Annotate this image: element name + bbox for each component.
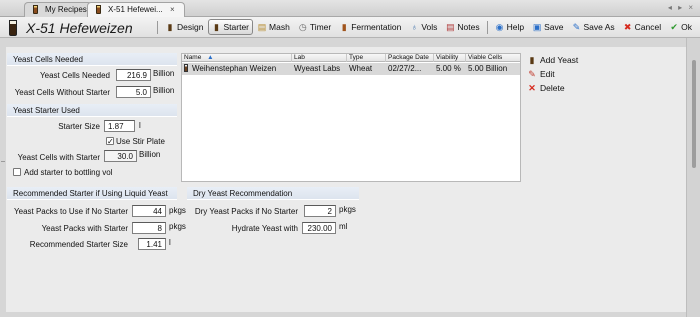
mash-icon: ▤ bbox=[257, 22, 267, 32]
cells-needed-label: Yeast Cells Needed bbox=[40, 71, 110, 80]
section-header-dry-yeast: Dry Yeast Recommendation bbox=[187, 187, 359, 200]
column-header-lab[interactable]: Lab bbox=[292, 54, 347, 62]
cell-package-date: 02/27/2... bbox=[388, 64, 422, 73]
splitter-handle[interactable] bbox=[1, 161, 5, 162]
yeast-icon bbox=[184, 64, 188, 72]
tab-label: X-51 Hefewei... bbox=[108, 5, 163, 14]
recipe-title: X-51 Hefeweizen bbox=[26, 20, 133, 36]
tab-label: My Recipes bbox=[45, 5, 87, 14]
fermenter-icon: ▮ bbox=[341, 22, 347, 32]
vertical-scrollbar[interactable] bbox=[692, 60, 696, 168]
packs-no-starter-field: 44 bbox=[132, 205, 166, 217]
dry-packs-label: Dry Yeast Packs if No Starter bbox=[194, 207, 298, 216]
stir-plate-label: Use Stir Plate bbox=[116, 137, 165, 146]
notes-icon: ▤ bbox=[446, 22, 455, 32]
save-as-button[interactable]: ✎ Save As bbox=[567, 19, 618, 35]
bottling-vol-label: Add starter to bottling vol bbox=[24, 168, 113, 177]
yeast-table[interactable]: Name ▲ Lab Type Package Date Viability V… bbox=[181, 53, 521, 182]
ok-button[interactable]: ✔ Ok bbox=[665, 19, 696, 35]
starter-size-label: Starter Size bbox=[58, 122, 100, 131]
column-header-type[interactable]: Type bbox=[347, 54, 386, 62]
flask-icon: ♁ bbox=[410, 22, 418, 32]
rec-starter-size-unit: l bbox=[169, 238, 171, 247]
packs-no-starter-label: Yeast Packs to Use if No Starter bbox=[14, 207, 128, 216]
edit-icon: ✎ bbox=[528, 69, 536, 79]
edit-yeast-button[interactable]: ✎ Edit bbox=[527, 69, 554, 79]
column-header-name[interactable]: Name ▲ bbox=[182, 54, 292, 62]
cells-without-starter-field[interactable]: 5.0 bbox=[116, 86, 151, 98]
cancel-button[interactable]: ✖ Cancel bbox=[619, 19, 665, 35]
cell-viability: 5.00 % bbox=[436, 64, 461, 73]
dry-packs-unit: pkgs bbox=[339, 205, 356, 214]
design-button[interactable]: ▮ Design bbox=[161, 19, 207, 35]
section-header-starter-used: Yeast Starter Used bbox=[7, 104, 177, 117]
table-row[interactable]: Weihenstephan Weizen Wyeast Labs Wheat 0… bbox=[182, 63, 520, 75]
cells-without-starter-label: Yeast Cells Without Starter bbox=[14, 88, 110, 97]
packs-with-starter-field: 8 bbox=[132, 222, 166, 234]
cells-needed-field[interactable]: 216.9 bbox=[116, 69, 151, 81]
ok-icon: ✔ bbox=[670, 22, 678, 32]
notes-button[interactable]: ▤ Notes bbox=[441, 19, 483, 35]
toolbar-divider bbox=[486, 20, 488, 34]
column-header-viable-cells[interactable]: Viable Cells bbox=[466, 54, 520, 62]
beer-icon bbox=[33, 5, 38, 14]
packs-with-starter-label: Yeast Packs with Starter bbox=[41, 224, 128, 233]
cell-viable-cells: 5.00 Billion bbox=[468, 64, 508, 73]
dry-packs-field: 2 bbox=[304, 205, 336, 217]
add-yeast-button[interactable]: ▮ Add Yeast bbox=[527, 55, 579, 65]
hydrate-unit: ml bbox=[339, 222, 348, 231]
delete-yeast-button[interactable]: ✕ Delete bbox=[527, 83, 564, 93]
recipe-header: X-51 Hefeweizen ▮ Design ▮ Starter ▤ Mas… bbox=[0, 17, 700, 38]
vols-button[interactable]: ♁ Vols bbox=[405, 19, 441, 35]
cell-type: Wheat bbox=[349, 64, 373, 73]
starter-button[interactable]: ▮ Starter bbox=[207, 19, 254, 35]
tab-bar: My Recipes X-51 Hefewei... × ◂ ▸ × bbox=[0, 0, 700, 17]
cell-name: Weihenstephan Weizen bbox=[182, 63, 292, 75]
delete-icon: ✕ bbox=[528, 83, 536, 93]
beer-glass-icon bbox=[9, 20, 17, 36]
cells-with-starter-unit: Billion bbox=[139, 150, 161, 159]
cells-with-starter-label: Yeast Cells with Starter bbox=[17, 153, 100, 162]
starter-size-field[interactable]: 1.87 bbox=[104, 120, 135, 132]
add-yeast-icon: ▮ bbox=[529, 55, 535, 65]
mash-button[interactable]: ▤ Mash bbox=[253, 19, 294, 35]
tab-my-recipes[interactable]: My Recipes bbox=[24, 2, 92, 17]
packs-with-starter-unit: pkgs bbox=[169, 222, 186, 231]
column-header-viability[interactable]: Viability bbox=[434, 54, 466, 62]
table-header: Name ▲ Lab Type Package Date Viability V… bbox=[182, 54, 520, 62]
hydrate-label: Hydrate Yeast with bbox=[231, 224, 298, 233]
cells-without-starter-unit: Billion bbox=[153, 86, 175, 95]
starter-size-unit: l bbox=[139, 121, 141, 130]
cells-with-starter-field: 30.0 bbox=[104, 150, 137, 162]
flask-icon: ▮ bbox=[214, 22, 219, 32]
help-icon: ◉ bbox=[495, 22, 504, 32]
column-header-package-date[interactable]: Package Date bbox=[386, 54, 434, 62]
toolbar-divider bbox=[157, 20, 159, 34]
beer-glass-icon: ▮ bbox=[167, 22, 173, 32]
sort-ascending-icon: ▲ bbox=[207, 54, 214, 61]
timer-icon: ◷ bbox=[298, 22, 307, 32]
save-icon: ▣ bbox=[532, 22, 542, 32]
cells-needed-unit: Billion bbox=[153, 69, 175, 78]
bottling-vol-checkbox[interactable] bbox=[13, 168, 21, 176]
hydrate-field: 230.00 bbox=[302, 222, 336, 234]
beer-icon bbox=[96, 5, 101, 14]
section-header-cells-needed: Yeast Cells Needed bbox=[7, 53, 177, 66]
timer-button[interactable]: ◷ Timer bbox=[294, 19, 335, 35]
rec-starter-size-label: Recommended Starter Size bbox=[29, 240, 128, 249]
save-as-icon: ✎ bbox=[572, 22, 581, 32]
tab-nav-arrows[interactable]: ◂ ▸ × bbox=[668, 3, 695, 12]
stir-plate-checkbox[interactable]: ✓ bbox=[106, 137, 114, 146]
tab-recipe[interactable]: X-51 Hefewei... × bbox=[87, 2, 185, 17]
close-tab-icon[interactable]: × bbox=[170, 5, 175, 14]
fermentation-button[interactable]: ▮ Fermentation bbox=[335, 19, 405, 35]
save-button[interactable]: ▣ Save bbox=[528, 19, 567, 35]
rec-starter-size-field: 1.41 bbox=[138, 238, 166, 250]
help-button[interactable]: ◉ Help bbox=[491, 19, 528, 35]
cell-lab: Wyeast Labs bbox=[294, 64, 341, 73]
section-header-liquid-yeast: Recommended Starter if Using Liquid Yeas… bbox=[7, 187, 177, 200]
packs-no-starter-unit: pkgs bbox=[169, 206, 186, 215]
toolbar: ▮ Design ▮ Starter ▤ Mash ◷ Timer ▮ Ferm… bbox=[154, 19, 696, 35]
cancel-icon: ✖ bbox=[623, 22, 632, 32]
